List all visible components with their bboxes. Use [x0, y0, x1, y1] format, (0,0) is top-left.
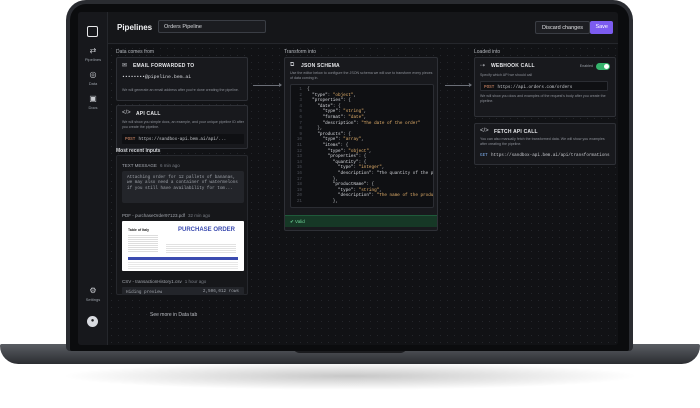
gear-icon: ⚙ [89, 286, 97, 295]
api-source-card[interactable]: </> API CALL We will show you simple doc… [116, 105, 248, 149]
sidebar-item-pipelines[interactable]: ⇄ Pipelines [78, 46, 108, 62]
pdf-preview[interactable]: PURCHASE ORDER Table of Italy [122, 221, 244, 271]
email-address: ••••••••@pipeline.bem.ai [122, 75, 192, 80]
check-icon: ✔ [290, 219, 294, 224]
recent-inputs-title: Most recent inputs [116, 148, 161, 154]
code-lines: 1{2 "type": "object", 3 "properties": {4 … [291, 87, 433, 204]
sidebar-item-data[interactable]: ◎ Data [78, 70, 108, 86]
valid-label: Valid [295, 219, 305, 224]
card-title: API CALL [136, 111, 161, 117]
pdf-heading: PURCHASE ORDER [178, 227, 236, 233]
webhook-icon: ⇢ [480, 63, 486, 69]
code-icon: </> [122, 110, 131, 116]
input-time: 32 min ago [188, 213, 211, 218]
schema-note: Use the editor below to configure the JS… [290, 71, 433, 80]
pdf-address-block [128, 234, 158, 252]
input-time: 1 hour ago [184, 279, 207, 284]
app-logo-icon[interactable] [87, 26, 98, 37]
toggle-knob [604, 64, 609, 69]
sidebar-item-label: Settings [85, 297, 101, 302]
laptop-shadow [60, 362, 640, 390]
save-button[interactable]: Save [590, 21, 613, 34]
http-method: POST [484, 84, 495, 90]
app-screen: ⇄ Pipelines ◎ Data ▣ Docs ⚙ Settings ● P… [78, 12, 618, 345]
fetch-api-card[interactable]: </> FETCH API CALL You can also manually… [474, 123, 616, 165]
endpoint-url: https://sandbox-api.bem.ai/api/transform… [490, 153, 610, 158]
input-time: 6 min ago [159, 163, 180, 168]
json-schema-card[interactable]: ⧉ JSON SCHEMA Use the editor below to co… [284, 57, 438, 231]
api-endpoint: POST https://sandbox-api.bem.ai/api/... [122, 134, 244, 144]
text-message-label: TEXT MESSAGE 6 min ago [122, 163, 180, 168]
sidebar-item-docs[interactable]: ▣ Docs [78, 94, 108, 110]
source-column-title: Data comes from [116, 49, 155, 55]
csv-preview-label: Hiding preview [126, 290, 163, 295]
code-line: 21 }, [291, 199, 433, 205]
see-more-link[interactable]: See more in Data tab [150, 312, 197, 318]
input-type: CSV - transactionHistory1.csv [122, 279, 182, 284]
endpoint-url: https://api.orders.com/orders [497, 84, 573, 90]
http-method: GET [480, 153, 488, 158]
toggle-label: Enabled [579, 64, 593, 68]
http-method: POST [125, 137, 136, 142]
email-source-card[interactable]: ✉ EMAIL FORWARDED TO ••••••••@pipeline.b… [116, 57, 248, 101]
schema-valid-bar: ✔ Valid [285, 215, 437, 227]
sidebar-item-label: Pipelines [84, 57, 102, 62]
sidebar: ⇄ Pipelines ◎ Data ▣ Docs ⚙ Settings ● [78, 12, 108, 345]
webhook-note: Specify which API we should call [480, 73, 533, 77]
csv-row-count: 2,506,012 rows [202, 289, 239, 294]
fetch-endpoint: GET https://sandbox-api.bem.ai/api/trans… [480, 152, 612, 161]
fetch-note: You can also manually fetch the transfor… [480, 137, 605, 146]
pipeline-canvas: Data comes from Transform into Loaded in… [108, 45, 618, 345]
top-header: Pipelines Orders Pipeline Discard change… [108, 12, 618, 44]
endpoint-url: https://sandbox-api.bem.ai/api/... [138, 137, 227, 142]
line-number: 21 [296, 198, 302, 204]
data-icon: ◎ [89, 70, 97, 79]
pdf-table-rows [128, 261, 238, 269]
avatar[interactable]: ● [87, 316, 98, 327]
source-to-transform-arrow [253, 83, 282, 87]
schema-icon: ⧉ [290, 62, 295, 68]
webhook-footer-note: We will show you docs and examples of th… [480, 94, 606, 103]
sidebar-item-settings[interactable]: ⚙ Settings [78, 286, 108, 302]
transform-to-destination-arrow [445, 83, 472, 87]
text-message-preview[interactable]: Attaching order for 12 pallets of banana… [122, 171, 244, 203]
webhook-url-input[interactable]: POST https://api.orders.com/orders [480, 81, 608, 91]
mail-icon: ✉ [122, 63, 128, 69]
pdf-info-block [166, 243, 236, 253]
csv-preview[interactable]: Hiding preview 2,506,012 rows [122, 287, 244, 295]
csv-label: CSV - transactionHistory1.csv 1 hour ago [122, 279, 206, 284]
destination-column-title: Loaded into [474, 49, 501, 55]
input-type: PDF - purchaseOrder97123.pdf [122, 213, 186, 218]
pipeline-name-input[interactable]: Orders Pipeline [158, 20, 266, 33]
json-editor[interactable]: 1{2 "type": "object", 3 "properties": {4 … [290, 84, 434, 208]
transform-column-title: Transform into [284, 49, 317, 55]
discard-changes-button[interactable]: Discard changes [535, 21, 590, 34]
input-type: TEXT MESSAGE [122, 163, 157, 168]
card-title: WEBHOOK CALL [491, 63, 535, 69]
webhook-destination-card[interactable]: ⇢ WEBHOOK CALL Enabled Specify which API… [474, 57, 616, 117]
pdf-table-header [128, 257, 238, 260]
docs-icon: ▣ [89, 94, 97, 103]
api-note: We will show you simple docs, an example… [122, 120, 244, 129]
card-title: FETCH API CALL [494, 129, 538, 135]
page-title: Pipelines [117, 23, 153, 32]
sidebar-item-label: Docs [88, 105, 98, 110]
code-icon: </> [480, 128, 489, 134]
card-title: EMAIL FORWARDED TO [133, 63, 195, 69]
pdf-company: Table of Italy [128, 228, 150, 232]
webhook-enabled-toggle[interactable] [596, 63, 610, 70]
pipelines-icon: ⇄ [89, 46, 97, 55]
sidebar-item-label: Data [88, 81, 98, 86]
email-note: We will generate an email address after … [122, 88, 239, 92]
laptop-lid: ⇄ Pipelines ◎ Data ▣ Docs ⚙ Settings ● P… [66, 0, 633, 351]
card-title: JSON SCHEMA [301, 63, 340, 69]
pdf-label: PDF - purchaseOrder97123.pdf 32 min ago [122, 213, 210, 218]
